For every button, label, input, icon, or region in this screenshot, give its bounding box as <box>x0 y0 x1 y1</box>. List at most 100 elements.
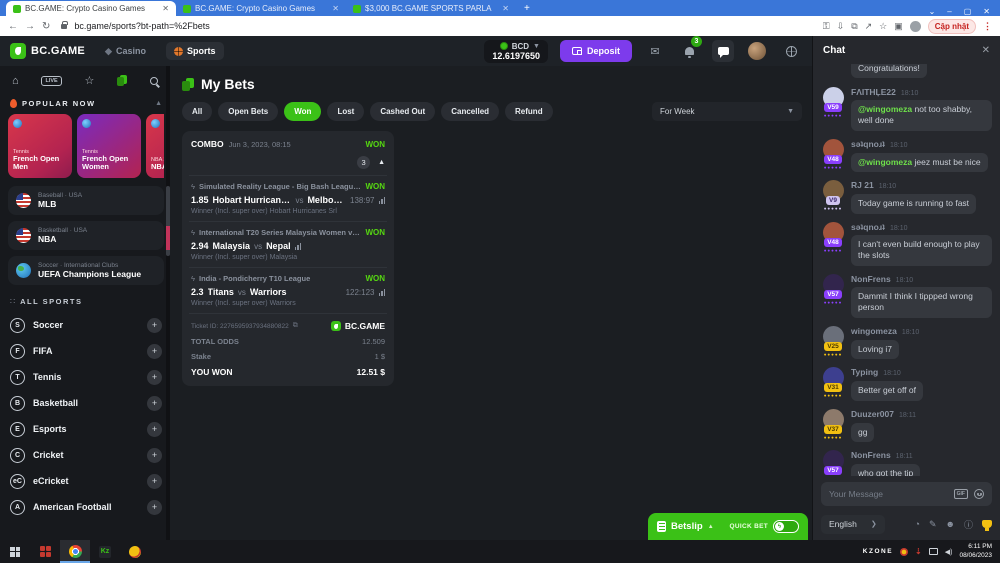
stats-bars-icon[interactable] <box>295 243 302 250</box>
password-key-icon[interactable]: ⚿ <box>823 21 830 32</box>
mail-icon[interactable]: ✉ <box>644 40 666 62</box>
filter-pill[interactable]: Cancelled <box>441 102 499 121</box>
tray-app-icon[interactable] <box>900 548 908 556</box>
share-icon[interactable]: ↗ <box>865 21 873 32</box>
language-globe-icon[interactable] <box>780 40 802 62</box>
user-avatar[interactable] <box>746 40 768 62</box>
download-arrow-icon[interactable]: ⇣ <box>915 547 922 556</box>
chat-username[interactable]: RJ 21 <box>851 180 874 190</box>
chat-input[interactable]: Your Message GIF <box>821 482 992 506</box>
moderator-icon[interactable]: ☻ <box>946 519 955 529</box>
sport-item[interactable]: T Tennis + <box>8 364 164 390</box>
collapse-arrow-icon[interactable]: ▲ <box>378 159 385 166</box>
tab-close-icon[interactable]: ✕ <box>332 4 339 13</box>
deposit-button[interactable]: Deposit <box>560 40 632 62</box>
tab-close-icon[interactable]: ✕ <box>502 4 509 13</box>
chat-language-selector[interactable]: English ❯ <box>821 515 885 534</box>
bet-card[interactable]: COMBO Jun 3, 2023, 08:15 WON 3 ▲ <box>182 131 394 386</box>
browser-tab[interactable]: BC.GAME: Crypto Casino Games ✕ <box>176 1 346 16</box>
expand-plus-button[interactable]: + <box>147 370 162 385</box>
filter-pill[interactable]: Refund <box>505 102 553 121</box>
period-dropdown[interactable]: For Week ▼ <box>652 102 802 121</box>
info-icon[interactable]: ⓘ <box>964 518 973 531</box>
sport-item[interactable]: E Esports + <box>8 416 164 442</box>
balance-dropdown[interactable]: BCD ▼ 12.6197650 <box>484 40 548 63</box>
browser-tab[interactable]: $3,000 BC.GAME SPORTS PARLA ✕ <box>346 1 516 16</box>
taskbar-kzone-icon[interactable]: Kz <box>90 540 120 563</box>
expand-plus-button[interactable]: + <box>147 396 162 411</box>
chat-username[interactable]: sәʇqnoɹʇ <box>851 222 885 232</box>
forward-button[interactable]: → <box>25 21 35 32</box>
chat-toggle-icon[interactable] <box>712 40 734 62</box>
clock[interactable]: 6:11 PM 08/06/2023 <box>959 543 992 560</box>
popular-now-header[interactable]: POPULAR NOW ▲ <box>8 95 164 114</box>
gif-icon[interactable]: GIF <box>954 489 968 499</box>
collapse-caret-icon[interactable]: ▲ <box>155 100 162 107</box>
rain-icon[interactable]: ◔ <box>915 519 920 529</box>
install-icon[interactable]: ⇩ <box>837 21 845 32</box>
chat-username[interactable]: NonFrens <box>851 274 891 284</box>
expand-plus-button[interactable]: + <box>147 318 162 333</box>
back-button[interactable]: ← <box>8 21 18 32</box>
chat-rules-icon[interactable]: ✎ <box>929 519 937 530</box>
search-icon[interactable] <box>150 77 158 85</box>
league-item[interactable]: Soccer · International Clubs UEFA Champi… <box>8 256 164 285</box>
stats-bars-icon[interactable] <box>379 289 386 296</box>
sport-item[interactable]: B Basketball + <box>8 390 164 416</box>
chat-username[interactable]: NonFrens <box>851 450 891 460</box>
expand-plus-button[interactable]: + <box>147 474 162 489</box>
site-logo[interactable]: BC.GAME <box>10 43 85 59</box>
trophy-icon[interactable] <box>982 520 992 528</box>
chat-username[interactable]: sәʇqnoɹʇ <box>851 139 885 149</box>
url-field[interactable]: bc.game/sports?bt-path=%2Fbets <box>74 21 209 31</box>
mention-link[interactable]: @wingomeza <box>858 104 912 114</box>
notifications-bell-icon[interactable]: 3 <box>678 40 700 62</box>
taskbar-app-icon[interactable] <box>30 540 60 563</box>
promo-banner[interactable]: Tennis French Open Men <box>8 114 72 178</box>
expand-plus-button[interactable]: + <box>147 344 162 359</box>
league-item[interactable]: Basketball · USA NBA <box>8 221 164 250</box>
expand-plus-button[interactable]: + <box>147 448 162 463</box>
browser-menu-icon[interactable]: ⋮ <box>983 21 992 32</box>
chat-username[interactable]: wingomeza <box>851 326 897 336</box>
promo-banner[interactable]: NBA 2 NBA <box>146 114 164 178</box>
chat-username[interactable]: Duuzer007 <box>851 409 894 419</box>
taskbar-coin-app-icon[interactable] <box>120 540 150 563</box>
close-icon[interactable]: ✕ <box>982 45 990 56</box>
tab-search-icon[interactable]: ⌄ <box>929 7 936 16</box>
nav-sports[interactable]: Sports <box>166 42 224 60</box>
window-close-button[interactable]: ✕ <box>983 7 990 16</box>
chat-messages[interactable]: ●●●●● Congratulations! <box>813 64 1000 476</box>
browser-profile-avatar[interactable] <box>910 21 921 32</box>
sport-item[interactable]: F FIFA + <box>8 338 164 364</box>
window-minimize-button[interactable]: – <box>947 7 951 16</box>
expand-plus-button[interactable]: + <box>147 422 162 437</box>
taskbar-chrome-icon[interactable] <box>60 540 90 563</box>
mention-link[interactable]: @wingomeza <box>858 157 912 167</box>
filter-pill[interactable]: Cashed Out <box>370 102 435 121</box>
filter-pill[interactable]: Won <box>284 102 321 121</box>
window-maximize-button[interactable]: ▢ <box>964 7 972 16</box>
expand-plus-button[interactable]: + <box>147 500 162 515</box>
sport-item[interactable]: A American Football + <box>8 494 164 520</box>
reload-button[interactable]: ↻ <box>42 21 50 32</box>
copy-icon[interactable]: ⧉ <box>293 322 298 330</box>
home-icon[interactable]: ⌂ <box>12 75 19 87</box>
filter-pill[interactable]: Lost <box>327 102 364 121</box>
favorites-star-icon[interactable]: ☆ <box>84 74 94 87</box>
bookmark-star-icon[interactable]: ☆ <box>879 21 887 32</box>
league-item[interactable]: Baseball · USA MLB <box>8 186 164 215</box>
live-icon[interactable]: LIVE <box>41 76 61 86</box>
emoji-icon[interactable] <box>974 489 984 499</box>
tab-close-icon[interactable]: ✕ <box>162 4 169 13</box>
chat-username[interactable]: Typing <box>851 367 878 377</box>
sport-item[interactable]: S Soccer + <box>8 312 164 338</box>
volume-icon[interactable]: ◀) <box>945 548 953 556</box>
quick-bet-toggle[interactable]: ϟ <box>773 520 799 533</box>
sidepanel-icon[interactable]: ▣ <box>894 21 903 32</box>
my-bets-icon[interactable] <box>117 75 127 86</box>
browser-update-button[interactable]: Cập nhật <box>928 19 976 34</box>
network-icon[interactable] <box>929 548 938 555</box>
stats-bars-icon[interactable] <box>379 197 386 204</box>
translate-icon[interactable]: ⧉ <box>851 21 857 32</box>
